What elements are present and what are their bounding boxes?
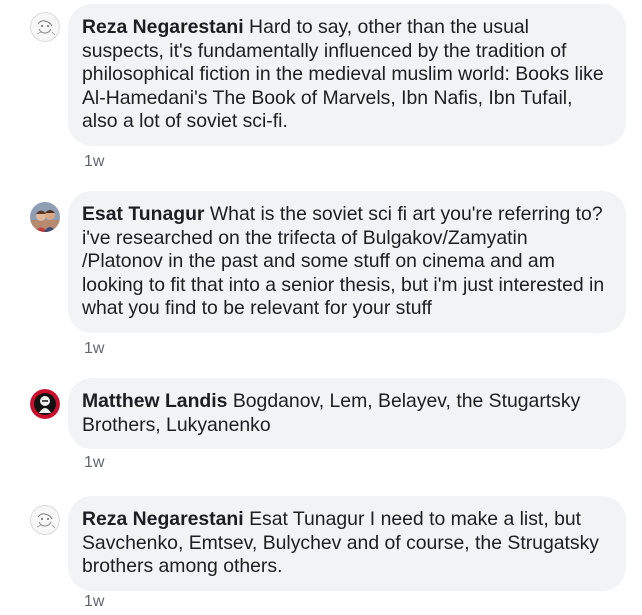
avatar-esat-tunagur[interactable] xyxy=(30,202,60,232)
comment-author[interactable]: Matthew Landis xyxy=(82,390,227,412)
comment-timestamp[interactable]: 1w xyxy=(84,593,104,611)
comment-bubble: Esat Tunagur What is the soviet sci fi a… xyxy=(68,191,626,333)
comment-author[interactable]: Reza Negarestani xyxy=(82,16,244,38)
avatar-reza-negarestani[interactable] xyxy=(30,505,60,535)
comment-author[interactable]: Reza Negarestani xyxy=(82,508,244,530)
comment-bubble: Matthew Landis Bogdanov, Lem, Belayev, t… xyxy=(68,378,626,449)
avatar-reza-negarestani[interactable] xyxy=(30,12,60,42)
comment-bubble: Reza Negarestani Esat Tunagur I need to … xyxy=(68,496,626,591)
comment-timestamp[interactable]: 1w xyxy=(84,153,104,171)
comment-author[interactable]: Esat Tunagur xyxy=(82,203,204,225)
comment-timestamp[interactable]: 1w xyxy=(84,340,104,358)
comment-bubble: Reza Negarestani Hard to say, other than… xyxy=(68,4,626,146)
avatar-matthew-landis[interactable] xyxy=(30,389,60,419)
comment-timestamp[interactable]: 1w xyxy=(84,454,104,472)
comment-mention[interactable]: Esat Tunagur xyxy=(249,508,364,530)
